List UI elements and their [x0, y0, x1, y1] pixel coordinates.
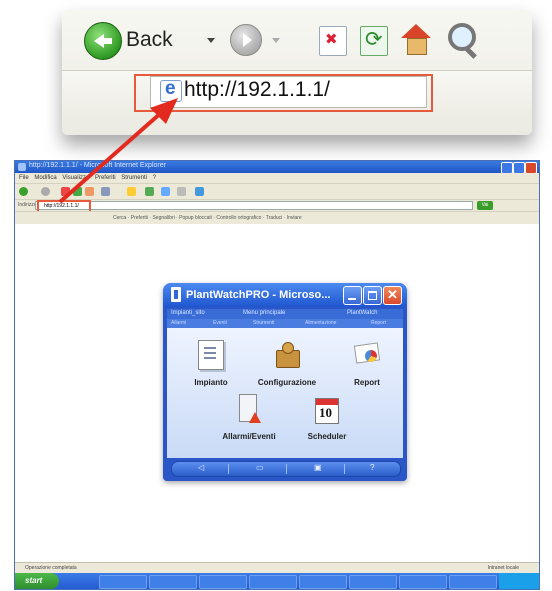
allarmi-eventi-label: Allarmi/Eventi — [222, 432, 276, 441]
taskbar-item[interactable] — [199, 575, 247, 589]
footer-divider — [228, 464, 229, 474]
scheduler-label: Scheduler — [307, 432, 347, 441]
favorites-icon[interactable] — [127, 187, 136, 196]
app-icon — [171, 287, 181, 302]
back-icon[interactable] — [19, 187, 28, 196]
pw-title: PlantWatchPRO - Microso... — [186, 289, 331, 301]
pw-maximize-icon[interactable] — [363, 286, 382, 305]
refresh-small-icon[interactable] — [73, 187, 82, 196]
home-icon[interactable] — [400, 24, 432, 56]
back-arrow-icon[interactable] — [84, 22, 122, 60]
alarm-icon — [237, 394, 261, 426]
taskbar-item[interactable] — [249, 575, 297, 589]
pw-menu-bar: Impianti_sito Menu principale PlantWatch — [167, 309, 403, 319]
links-toolbar-text[interactable]: Cerca · Preferiti · Segnalibri · Popup b… — [113, 215, 302, 221]
menu-visualizza[interactable]: Visualizza — [62, 175, 89, 181]
taskbar-item[interactable] — [449, 575, 497, 589]
browser-titlebar: http://192.1.1.1/ - Microsoft Internet E… — [15, 161, 539, 174]
pw-titlebar[interactable]: PlantWatchPRO - Microso... — [163, 283, 407, 307]
allarmi-eventi-tile[interactable]: Allarmi/Eventi — [211, 394, 287, 441]
back-dropdown-icon[interactable] — [207, 38, 215, 43]
taskbar-item[interactable] — [149, 575, 197, 589]
menu-file[interactable]: File — [19, 175, 29, 181]
impianto-label: Impianto — [194, 378, 228, 387]
menu-preferiti[interactable]: Preferiti — [95, 175, 116, 181]
window-footer-icon[interactable]: ▭ — [256, 463, 264, 472]
configuration-icon — [274, 342, 300, 368]
footer-divider — [344, 464, 345, 474]
pw-menu-right[interactable]: PlantWatch — [347, 310, 377, 316]
zoomed-toolbar-callout: Back http://192.1.1.1/ — [62, 10, 532, 135]
start-button[interactable]: start — [15, 573, 59, 589]
system-tray — [499, 573, 539, 589]
pw-menu-principale[interactable]: Menu principale — [243, 310, 285, 316]
zoom-toolbar: Back — [62, 10, 532, 70]
forward-arrow-icon[interactable] — [230, 24, 262, 56]
report-icon — [353, 342, 381, 366]
pw-sub-strumenti[interactable]: Strumenti — [253, 320, 274, 326]
links-toolbar: Cerca · Preferiti · Segnalibri · Popup b… — [15, 211, 539, 225]
pw-submenu: Allarmi Eventi Strumenti Alimentazione R… — [167, 319, 403, 328]
address-label: Indirizzo — [18, 202, 37, 208]
search-icon[interactable] — [448, 23, 476, 51]
menu-strumenti[interactable]: Strumenti — [121, 175, 147, 181]
report-tile[interactable]: Report — [339, 342, 395, 387]
back-footer-icon[interactable]: ◁ — [198, 463, 204, 472]
home-small-icon[interactable] — [85, 187, 94, 196]
pw-footer-bar: ◁ ▭ ▣ ? — [171, 461, 401, 477]
address-input[interactable]: http://192.1.1.1/ — [35, 201, 473, 210]
pw-sub-allarmi[interactable]: Allarmi — [171, 320, 186, 326]
search-small-icon[interactable] — [101, 187, 110, 196]
calendar-day: 10 — [319, 405, 332, 420]
taskbar: start — [15, 573, 539, 589]
refresh-icon[interactable] — [360, 26, 388, 56]
mail-icon[interactable] — [161, 187, 170, 196]
url-highlight-box — [134, 74, 433, 112]
back-button-label[interactable]: Back — [126, 28, 173, 52]
status-text: Operazione completata — [25, 565, 77, 571]
pw-menu-impianti[interactable]: Impianti_sito — [171, 310, 205, 316]
configurazione-tile[interactable]: Configurazione — [247, 342, 327, 387]
status-zone: Intranet locale — [487, 565, 519, 571]
plantwatchpro-window: PlantWatchPRO - Microso... Impianti_sito… — [163, 283, 407, 481]
pw-close-icon[interactable] — [383, 286, 402, 305]
edit-icon[interactable] — [195, 187, 204, 196]
configurazione-label: Configurazione — [257, 378, 317, 387]
print-footer-icon[interactable]: ▣ — [314, 463, 322, 472]
scheduler-tile[interactable]: 10 Scheduler — [295, 398, 359, 441]
calendar-icon: 10 — [315, 398, 339, 424]
stop-icon[interactable] — [319, 26, 347, 56]
pw-main-panel: Impianto Configurazione Report Allarmi/E… — [167, 328, 403, 458]
go-button[interactable]: Vai — [477, 201, 493, 210]
taskbar-item[interactable] — [299, 575, 347, 589]
browser-title: http://192.1.1.1/ - Microsoft Internet E… — [29, 162, 166, 169]
stop-small-icon[interactable] — [61, 187, 70, 196]
taskbar-item[interactable] — [399, 575, 447, 589]
pw-sub-report[interactable]: Report — [371, 320, 386, 326]
taskbar-item[interactable] — [99, 575, 147, 589]
print-icon[interactable] — [177, 187, 186, 196]
pw-sub-eventi[interactable]: Eventi — [213, 320, 227, 326]
menu-modifica[interactable]: Modifica — [34, 175, 56, 181]
taskbar-item[interactable] — [349, 575, 397, 589]
document-icon — [198, 340, 224, 370]
impianto-tile[interactable]: Impianto — [183, 340, 239, 387]
pw-sub-alimentazione[interactable]: Alimentazione — [305, 320, 336, 326]
footer-divider — [286, 464, 287, 474]
browser-menubar: File Modifica Visualizza Preferiti Strum… — [15, 173, 539, 183]
ie-icon — [18, 163, 26, 171]
pw-minimize-icon[interactable] — [343, 286, 362, 305]
help-footer-icon[interactable]: ? — [370, 463, 374, 472]
report-label: Report — [354, 378, 380, 387]
forward-icon[interactable] — [41, 187, 50, 196]
menu-help[interactable]: ? — [153, 175, 156, 181]
browser-toolbar — [15, 183, 539, 200]
history-icon[interactable] — [145, 187, 154, 196]
forward-dropdown-icon[interactable] — [272, 38, 280, 43]
